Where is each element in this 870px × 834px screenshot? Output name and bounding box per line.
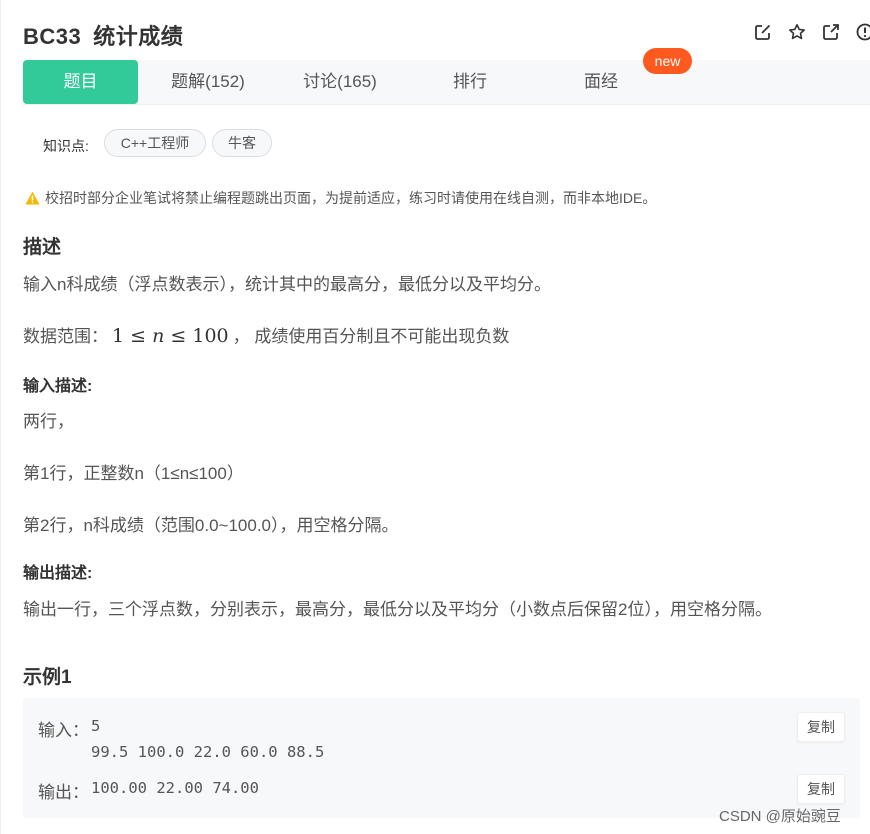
description-heading: 描述	[23, 237, 62, 258]
external-link-icon[interactable]	[822, 23, 840, 41]
description-text: 输入n科成绩（浮点数表示），统计其中的最高分，最低分以及平均分。	[23, 275, 551, 294]
problem-id: BC33	[23, 24, 82, 49]
tab-problem[interactable]: 题目	[23, 60, 138, 104]
warning-text: 校招时部分企业笔试将禁止编程题跳出页面，为提前适应，练习时请使用在线自测，而非本…	[45, 190, 657, 206]
output-desc-heading: 输出描述:	[23, 565, 93, 582]
tab-ranking[interactable]: 排行	[405, 60, 535, 104]
new-badge: new	[643, 48, 692, 74]
tab-bar: 题目 题解(152) 讨论(165) 排行 面经	[23, 60, 870, 105]
tag-cpp-engineer[interactable]: C++工程师	[104, 129, 206, 157]
star-icon[interactable]	[788, 23, 806, 41]
copy-input-button[interactable]: 复制	[797, 712, 845, 742]
input-desc-heading: 输入描述:	[23, 378, 93, 395]
warning-icon	[25, 191, 40, 205]
tag-nowcoder[interactable]: 牛客	[212, 129, 272, 157]
example-input-line[interactable]: 5	[91, 717, 100, 735]
problem-name: 统计成绩	[93, 24, 184, 49]
tab-solutions[interactable]: 题解(152)	[143, 60, 273, 104]
example-input-line[interactable]: 99.5 100.0 22.0 60.0 88.5	[91, 743, 324, 761]
example-box: 输入： 5 99.5 100.0 22.0 60.0 88.5 复制 输出： 1…	[23, 698, 860, 818]
range-suffix: ， 成绩使用百分制且不可能出现负数	[232, 327, 510, 346]
input-desc-line: 第2行，n科成绩（范围0.0~100.0），用空格分隔。	[23, 516, 399, 535]
knowledge-label: 知识点:	[43, 138, 89, 154]
edit-icon[interactable]	[754, 23, 772, 41]
tab-discussion[interactable]: 讨论(165)	[275, 60, 405, 104]
problem-title: BC33 统计成绩	[23, 19, 183, 51]
example-output-line[interactable]: 100.00 22.00 74.00	[91, 779, 259, 797]
csdn-watermark: CSDN @原始豌豆	[719, 808, 841, 825]
problem-page: BC33 统计成绩 题目 题解(152) 讨论(165) 排行 面经 new 知识…	[0, 0, 870, 834]
output-desc-line: 输出一行，三个浮点数，分别表示，最高分，最低分以及平均分（小数点后保留2位），用…	[23, 600, 772, 619]
example-input-label: 输入：	[38, 721, 89, 740]
example-output-label: 输出：	[38, 783, 89, 802]
ide-warning: 校招时部分企业笔试将禁止编程题跳出页面，为提前适应，练习时请使用在线自测，而非本…	[25, 188, 656, 208]
range-formula: 1 ≤ n ≤ 100	[112, 325, 229, 347]
data-range: 数据范围： 1 ≤ n ≤ 100， 成绩使用百分制且不可能出现负数	[23, 322, 509, 347]
report-icon[interactable]	[856, 23, 870, 41]
copy-output-button[interactable]: 复制	[797, 774, 845, 804]
example-heading: 示例1	[23, 667, 72, 688]
input-desc-line: 第1行，正整数n（1≤n≤100）	[23, 464, 244, 483]
range-prefix: 数据范围：	[23, 327, 108, 346]
input-desc-line: 两行，	[23, 412, 74, 431]
